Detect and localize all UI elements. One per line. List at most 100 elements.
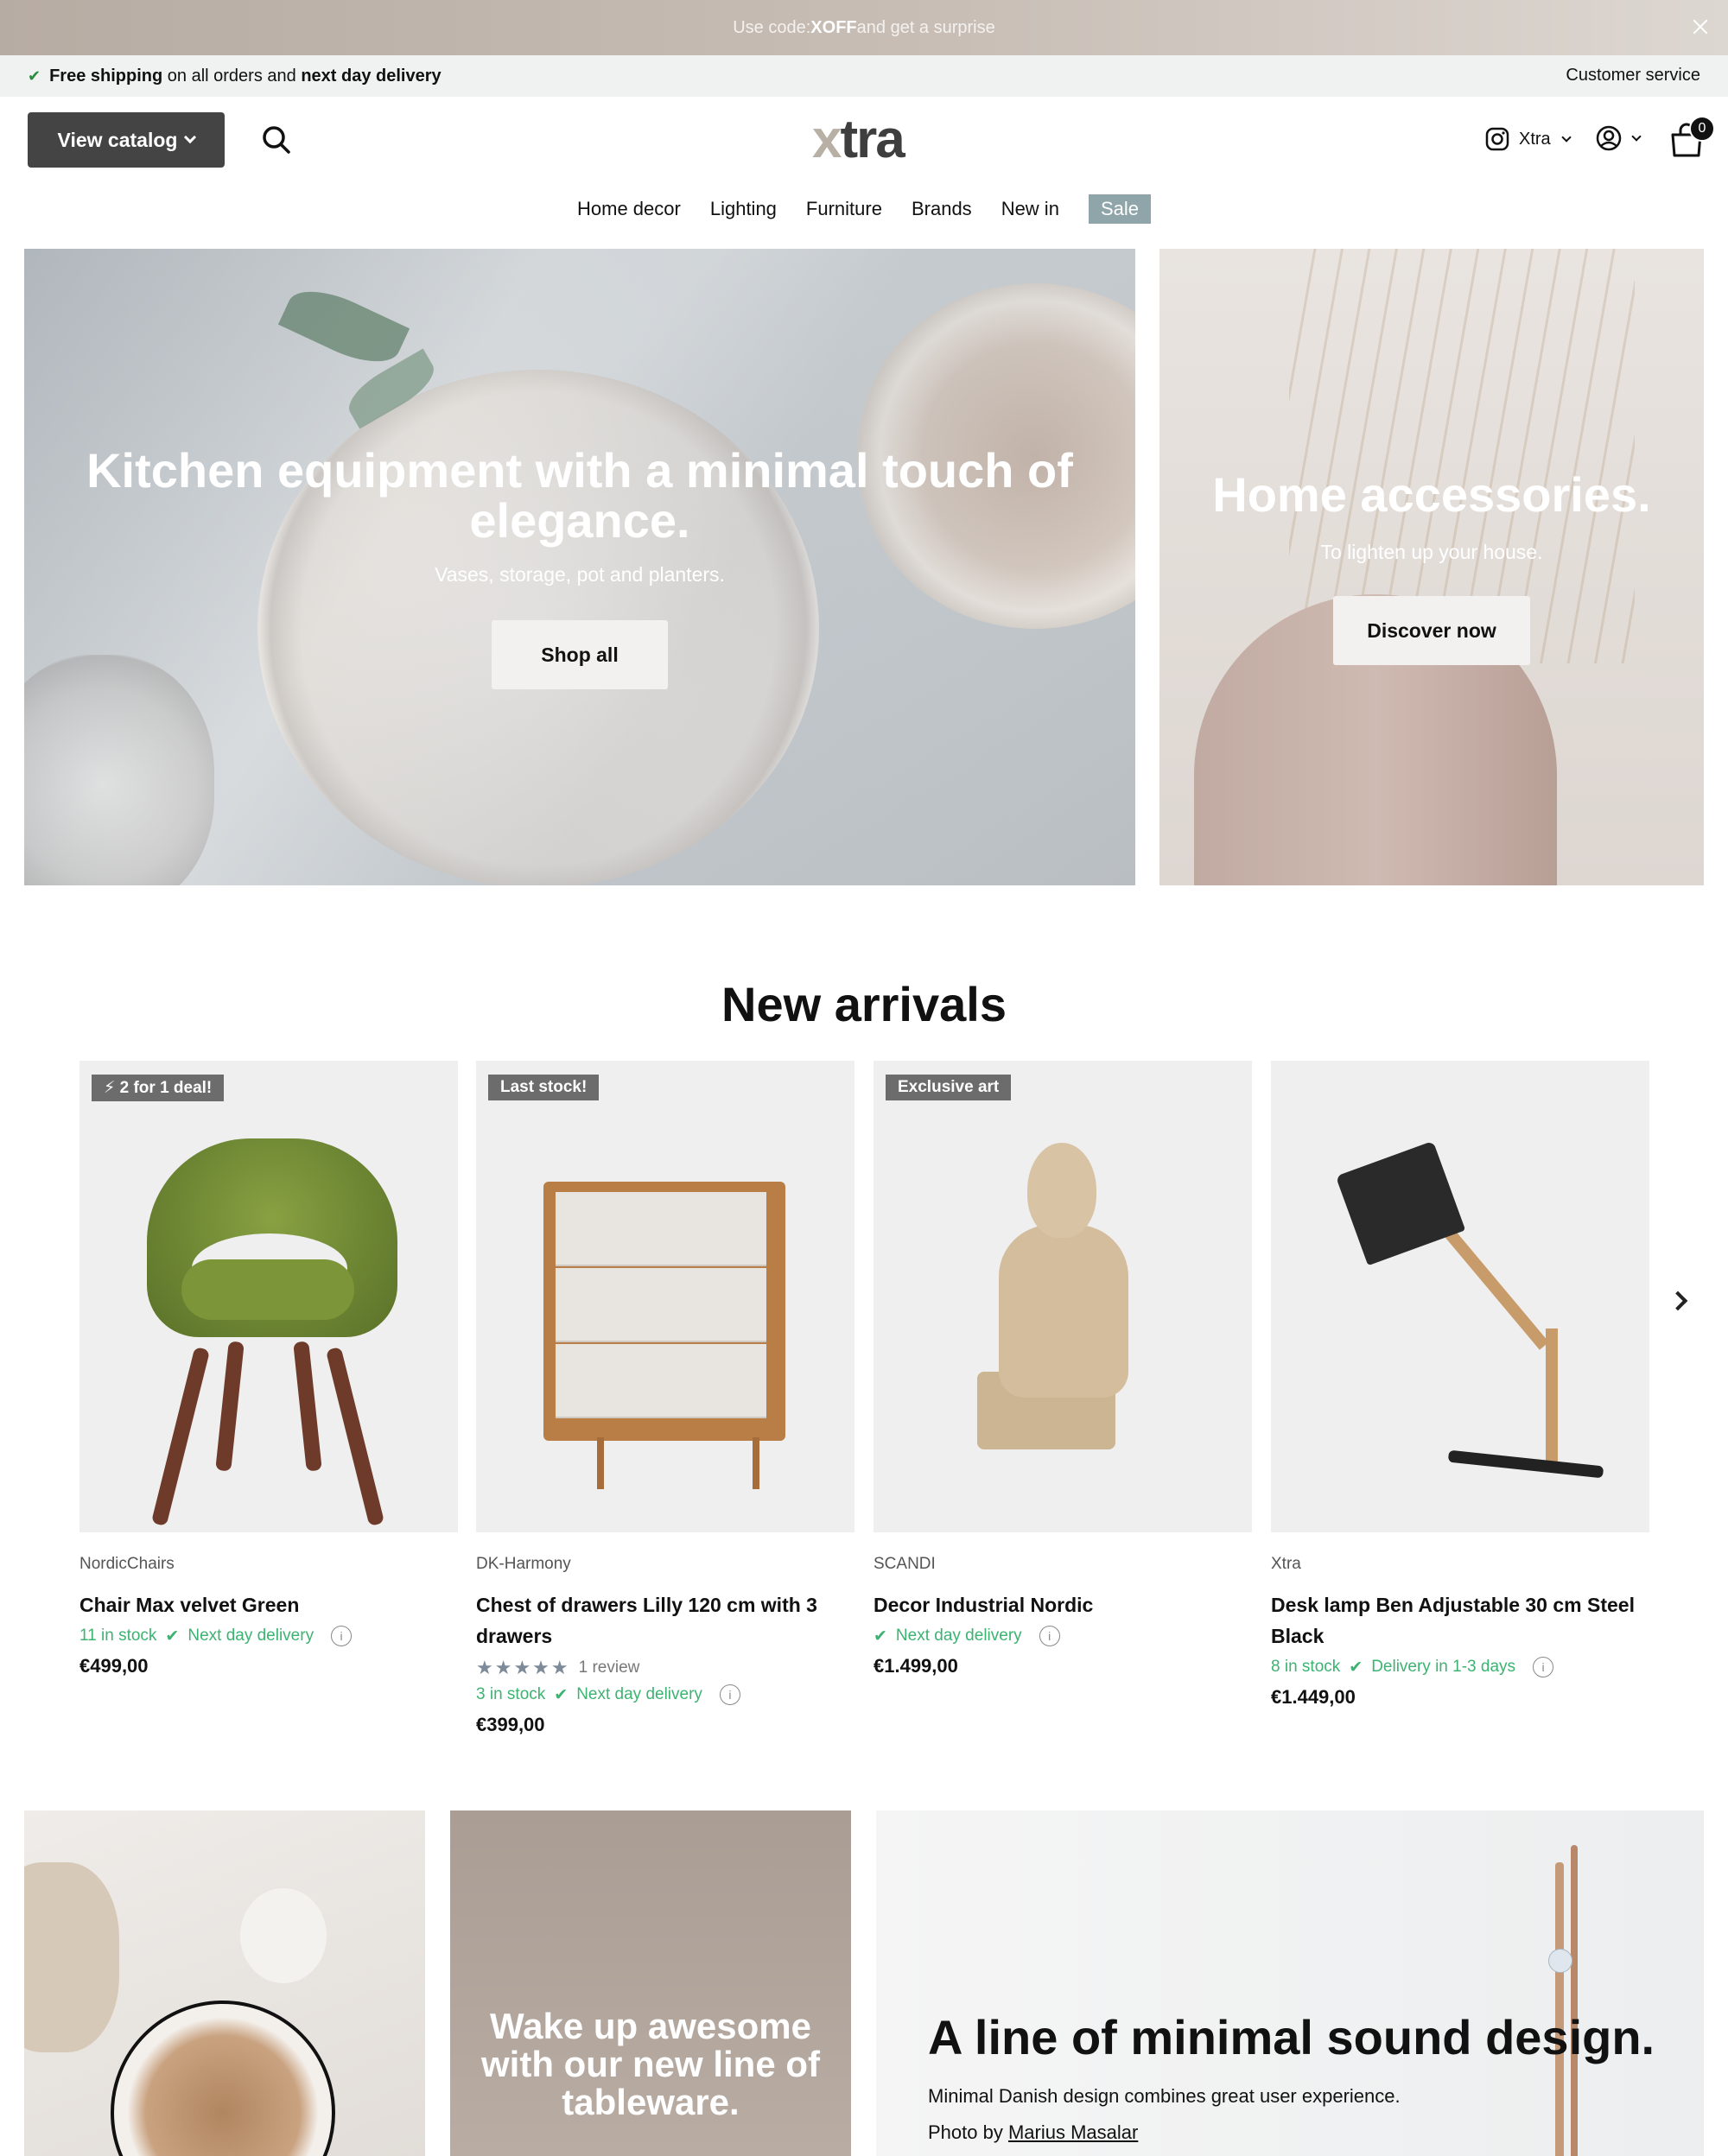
view-catalog-button[interactable]: View catalog bbox=[28, 112, 225, 168]
instagram-icon bbox=[1485, 127, 1509, 151]
product-price: €1.499,00 bbox=[874, 1655, 958, 1677]
tile-speaker-tag-image bbox=[1548, 1949, 1572, 1973]
product-price: €499,00 bbox=[79, 1655, 149, 1677]
nav-item-sale[interactable]: Sale bbox=[1088, 194, 1151, 224]
tableware-photo-tile[interactable] bbox=[24, 1810, 425, 2156]
product-vendor[interactable]: DK-Harmony bbox=[476, 1555, 854, 1574]
product-stock: 11 in stock ✔ Next day delivery i bbox=[79, 1626, 458, 1646]
photo-credit-prefix: Photo by bbox=[928, 2121, 1008, 2143]
tile-knit-image bbox=[24, 1862, 119, 2052]
logo[interactable]: xtra bbox=[812, 109, 924, 169]
chair-leg bbox=[215, 1341, 245, 1472]
product-vendor[interactable]: NordicChairs bbox=[79, 1555, 458, 1574]
product-vendor[interactable]: Xtra bbox=[1271, 1555, 1649, 1574]
product-title[interactable]: Desk lamp Ben Adjustable 30 cm Steel Bla… bbox=[1271, 1589, 1649, 1652]
delivery-text: Next day delivery bbox=[895, 1627, 1022, 1645]
check-icon: ✔ bbox=[28, 67, 41, 85]
hero-main-subtitle: Vases, storage, pot and planters. bbox=[435, 563, 725, 586]
lamp-image bbox=[1546, 1328, 1558, 1467]
check-icon: ✔ bbox=[874, 1627, 887, 1646]
check-icon: ✔ bbox=[1349, 1658, 1363, 1677]
instagram-label: Xtra bbox=[1519, 129, 1551, 149]
product-stock: 3 in stock ✔ Next day delivery i bbox=[476, 1684, 854, 1705]
tableware-promo-tile[interactable]: Wake up awesome with our new line of tab… bbox=[450, 1810, 851, 2156]
nav-item-home-decor[interactable]: Home decor bbox=[577, 198, 681, 220]
main-nav: Home decor Lighting Furniture Brands New… bbox=[0, 192, 1728, 226]
product-image[interactable] bbox=[1271, 1061, 1649, 1532]
product-badge: Last stock! bbox=[488, 1075, 600, 1100]
chair-image-detail bbox=[181, 1259, 354, 1320]
hero-side-subtitle: To lighten up your house. bbox=[1320, 541, 1543, 563]
chair-leg bbox=[293, 1341, 322, 1472]
info-icon[interactable]: i bbox=[719, 1684, 740, 1705]
cart-count-badge: 0 bbox=[1689, 116, 1715, 142]
product-image[interactable]: ⚡ 2 for 1 deal! bbox=[79, 1061, 458, 1532]
product-vendor[interactable]: SCANDI bbox=[874, 1555, 1252, 1574]
hero-main-title: Kitchen equipment with a minimal touch o… bbox=[86, 443, 1073, 548]
sound-design-title: A line of minimal sound design. bbox=[928, 2010, 1655, 2064]
product-badge: ⚡ 2 for 1 deal! bbox=[92, 1075, 225, 1101]
product-price: €399,00 bbox=[476, 1714, 545, 1735]
nav-item-furniture[interactable]: Furniture bbox=[806, 198, 882, 220]
customer-service-link[interactable]: Customer service bbox=[1566, 66, 1700, 86]
product-title[interactable]: Decor Industrial Nordic bbox=[874, 1589, 1252, 1620]
account-icon bbox=[1596, 125, 1622, 151]
sound-design-text: Minimal Danish design combines great use… bbox=[928, 2085, 1401, 2107]
shop-all-button[interactable]: Shop all bbox=[492, 620, 668, 689]
check-icon: ✔ bbox=[165, 1627, 180, 1646]
check-icon: ✔ bbox=[554, 1685, 569, 1704]
instagram-selector[interactable]: Xtra bbox=[1484, 126, 1572, 152]
info-icon[interactable]: i bbox=[331, 1626, 353, 1646]
delivery-text: Next day delivery bbox=[187, 1627, 314, 1645]
lamp-image bbox=[1445, 1229, 1549, 1350]
usp-bar: ✔ Free shipping on all orders and next d… bbox=[0, 55, 1728, 97]
chevron-down-icon bbox=[1561, 132, 1572, 143]
product-card[interactable]: ⚡ 2 for 1 deal! NordicChairs Chair Max v… bbox=[79, 1061, 458, 1677]
announcement-bar: Use code: XOFF and get a surprise bbox=[0, 0, 1728, 55]
statue-image bbox=[1027, 1143, 1096, 1238]
product-stock: 8 in stock ✔ Delivery in 1-3 days i bbox=[1271, 1657, 1649, 1677]
usp-text: on all orders and bbox=[162, 66, 302, 86]
review-count: 1 review bbox=[578, 1658, 640, 1677]
account-menu[interactable] bbox=[1595, 124, 1642, 152]
hero-main-banner[interactable]: Kitchen equipment with a minimal touch o… bbox=[24, 249, 1135, 885]
chevron-down-icon bbox=[184, 130, 197, 144]
hero-side-title: Home accessories. bbox=[1212, 467, 1651, 522]
product-card[interactable]: Exclusive art SCANDI Decor Industrial No… bbox=[874, 1061, 1252, 1677]
dresser-leg bbox=[753, 1437, 759, 1489]
info-icon[interactable]: i bbox=[1039, 1626, 1060, 1646]
photo-credit-link[interactable]: Marius Masalar bbox=[1008, 2121, 1138, 2143]
statue-image bbox=[999, 1225, 1128, 1398]
product-image[interactable]: Last stock! bbox=[476, 1061, 854, 1532]
nav-item-brands[interactable]: Brands bbox=[912, 198, 972, 220]
search-icon[interactable] bbox=[259, 123, 294, 157]
stock-count: 8 in stock bbox=[1271, 1658, 1341, 1676]
chevron-right-icon[interactable] bbox=[1668, 1287, 1693, 1313]
tile-coffee-cup-image bbox=[111, 2001, 335, 2156]
hero-side-banner[interactable]: Home accessories. To lighten up your hou… bbox=[1159, 249, 1704, 885]
tile-speaker-cord-image bbox=[1571, 1845, 1578, 2156]
product-card[interactable]: Xtra Desk lamp Ben Adjustable 30 cm Stee… bbox=[1271, 1061, 1649, 1709]
logo-x: x bbox=[812, 110, 842, 169]
logo-text: tra bbox=[840, 110, 905, 169]
nav-item-lighting[interactable]: Lighting bbox=[710, 198, 777, 220]
close-icon[interactable] bbox=[1685, 12, 1716, 43]
sound-design-tile[interactable]: A line of minimal sound design. Minimal … bbox=[876, 1810, 1704, 2156]
usp-free-shipping: Free shipping bbox=[49, 66, 163, 86]
product-reviews[interactable]: ★★★★★ 1 review bbox=[476, 1657, 854, 1679]
discover-now-button[interactable]: Discover now bbox=[1333, 596, 1530, 665]
lamp-image bbox=[1335, 1140, 1466, 1266]
product-title[interactable]: Chest of drawers Lilly 120 cm with 3 dra… bbox=[476, 1589, 854, 1652]
dresser-leg bbox=[597, 1437, 604, 1489]
lamp-image bbox=[1447, 1449, 1604, 1479]
chair-leg bbox=[325, 1346, 385, 1527]
info-icon[interactable]: i bbox=[1533, 1657, 1554, 1677]
nav-item-new-in[interactable]: New in bbox=[1001, 198, 1059, 220]
product-image[interactable]: Exclusive art bbox=[874, 1061, 1252, 1532]
product-title[interactable]: Chair Max velvet Green bbox=[79, 1589, 458, 1620]
dresser-drawer bbox=[556, 1268, 766, 1342]
product-badge: Exclusive art bbox=[886, 1075, 1012, 1100]
product-card[interactable]: Last stock! DK-Harmony Chest of drawers … bbox=[476, 1061, 854, 1736]
chair-leg bbox=[150, 1346, 211, 1527]
view-catalog-label: View catalog bbox=[57, 128, 178, 151]
